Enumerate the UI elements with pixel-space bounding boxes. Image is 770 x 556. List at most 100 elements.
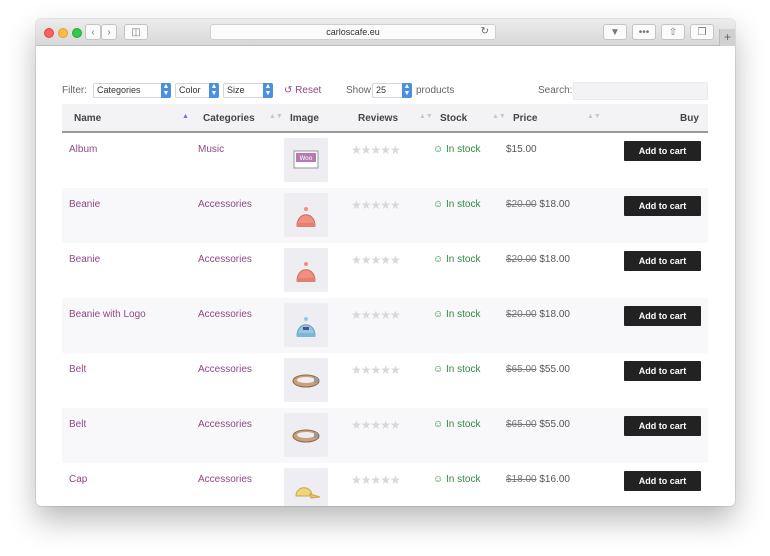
page-length-select[interactable]: 25 ▲ ▼ [372,83,412,98]
beanie-logo-icon [296,317,316,337]
table-row: Belt Accessories ★★★★★ ☺ In stock $65.00… [62,408,708,463]
product-name-link[interactable]: Belt [69,419,86,430]
add-to-cart-button[interactable]: Add to cart [624,306,701,326]
add-to-cart-button[interactable]: Add to cart [624,361,701,381]
product-name-link[interactable]: Beanie with Logo [69,309,146,320]
column-header-reviews[interactable]: Reviews [358,113,398,124]
add-to-cart-button[interactable]: Add to cart [624,471,701,491]
rating-stars: ★★★★★ [351,143,401,157]
current-price: $55.00 [539,364,570,375]
table-row: Album Music Woo ★★★★★ ☺ In stock $15.00 … [62,133,708,188]
color-select[interactable]: Color ▲ ▼ [175,83,219,98]
tabs-overview-button[interactable]: ❐ [690,24,714,40]
column-header-stock[interactable]: Stock [440,113,467,124]
column-header-image: Image [290,113,319,124]
search-input[interactable] [573,82,708,100]
stock-status: ☺ In stock [433,309,481,320]
product-name-link[interactable]: Beanie [69,199,100,210]
product-name-link[interactable]: Album [69,144,97,155]
back-button[interactable]: ‹ [85,24,101,40]
close-window-button[interactable] [44,28,54,38]
filter-label: Filter: [62,85,87,96]
stock-status: ☺ In stock [433,419,481,430]
old-price: $20.00 [506,199,537,210]
column-header-categories[interactable]: Categories [203,113,255,124]
album-icon: Woo [293,150,319,169]
product-image[interactable]: Woo [284,138,328,182]
share-icon: ⇧ [668,26,678,38]
old-price: $65.00 [506,419,537,430]
price: $65.00 $55.00 [506,364,570,375]
page-content: Filter: Categories ▲ ▼ Color ▲ ▼ Size ▲ ▼ ↺… [36,46,735,506]
new-tab-button[interactable]: + [719,29,735,46]
share-button[interactable]: ⇧ [661,24,685,40]
add-to-cart-button[interactable]: Add to cart [624,416,701,436]
category-link[interactable]: Accessories [198,254,252,265]
add-to-cart-button[interactable]: Add to cart [624,196,701,216]
plus-icon: + [723,30,731,44]
chevron-right-icon: › [107,26,111,38]
column-header-buy: Buy [680,113,699,124]
price: $20.00 $18.00 [506,309,570,320]
rating-stars: ★★★★★ [351,363,401,377]
product-image[interactable] [284,193,328,237]
rating-stars: ★★★★★ [351,473,401,487]
category-link[interactable]: Accessories [198,309,252,320]
smiley-icon: ☺ [433,364,444,375]
old-price: $65.00 [506,364,537,375]
forward-button[interactable]: › [101,24,117,40]
more-icon: ••• [638,26,650,38]
browser-toolbar: ‹ › ◫ carloscafe.eu ↻ ▼ ••• ⇧ ❐ + [36,19,735,46]
product-image[interactable] [284,303,328,347]
cap-icon [295,487,321,499]
tabs-icon: ❐ [697,26,707,38]
category-link[interactable]: Music [198,144,224,155]
pocket-icon: ▼ [610,26,620,38]
pocket-button[interactable]: ▼ [603,24,627,40]
product-name-link[interactable]: Cap [69,474,87,485]
category-link[interactable]: Accessories [198,419,252,430]
product-table: Name ▲ Categories ▲▼ Image Reviews ▲▼ St… [62,104,708,506]
add-to-cart-button[interactable]: Add to cart [624,251,701,271]
select-arrows-icon: ▲ ▼ [209,83,219,98]
sort-icon: ▲▼ [269,113,283,120]
smiley-icon: ☺ [433,199,444,210]
category-link[interactable]: Accessories [198,199,252,210]
rating-stars: ★★★★★ [351,418,401,432]
smiley-icon: ☺ [433,254,444,265]
address-bar[interactable]: carloscafe.eu ↻ [210,24,496,40]
show-label: Show [346,85,372,96]
sort-icon: ▲▼ [587,113,601,120]
sidebar-icon: ◫ [131,26,141,38]
product-image[interactable] [284,468,328,506]
table-row: Beanie with Logo Accessories ★★★★★ ☺ In … [62,298,708,353]
browser-window: ‹ › ◫ carloscafe.eu ↻ ▼ ••• ⇧ ❐ + Filter… [36,19,735,506]
extensions-button[interactable]: ••• [632,24,656,40]
categories-select[interactable]: Categories ▲ ▼ [93,83,171,98]
product-name-link[interactable]: Beanie [69,254,100,265]
reset-button[interactable]: ↺ Reset [284,85,321,96]
add-to-cart-button[interactable]: Add to cart [624,141,701,161]
column-header-price[interactable]: Price [513,113,537,124]
old-price: $20.00 [506,254,537,265]
table-row: Cap Accessories ★★★★★ ☺ In stock $18.00 … [62,463,708,506]
belt-icon [292,429,320,443]
minimize-window-button[interactable] [58,28,68,38]
reset-icon: ↺ [284,85,293,96]
product-image[interactable] [284,413,328,457]
product-image[interactable] [284,358,328,402]
category-link[interactable]: Accessories [198,364,252,375]
select-arrows-icon: ▲ ▼ [161,83,171,98]
zoom-window-button[interactable] [72,28,82,38]
sidebar-toggle-button[interactable]: ◫ [124,24,148,40]
product-name-link[interactable]: Belt [69,364,86,375]
product-image[interactable] [284,248,328,292]
rating-stars: ★★★★★ [351,253,401,267]
filter-bar: Filter: Categories ▲ ▼ Color ▲ ▼ Size ▲ ▼ ↺… [62,82,708,100]
old-price: $20.00 [506,309,537,320]
smiley-icon: ☺ [433,144,444,155]
size-select[interactable]: Size ▲ ▼ [223,83,273,98]
column-header-name[interactable]: Name [74,113,101,124]
reload-icon[interactable]: ↻ [481,26,489,37]
category-link[interactable]: Accessories [198,474,252,485]
